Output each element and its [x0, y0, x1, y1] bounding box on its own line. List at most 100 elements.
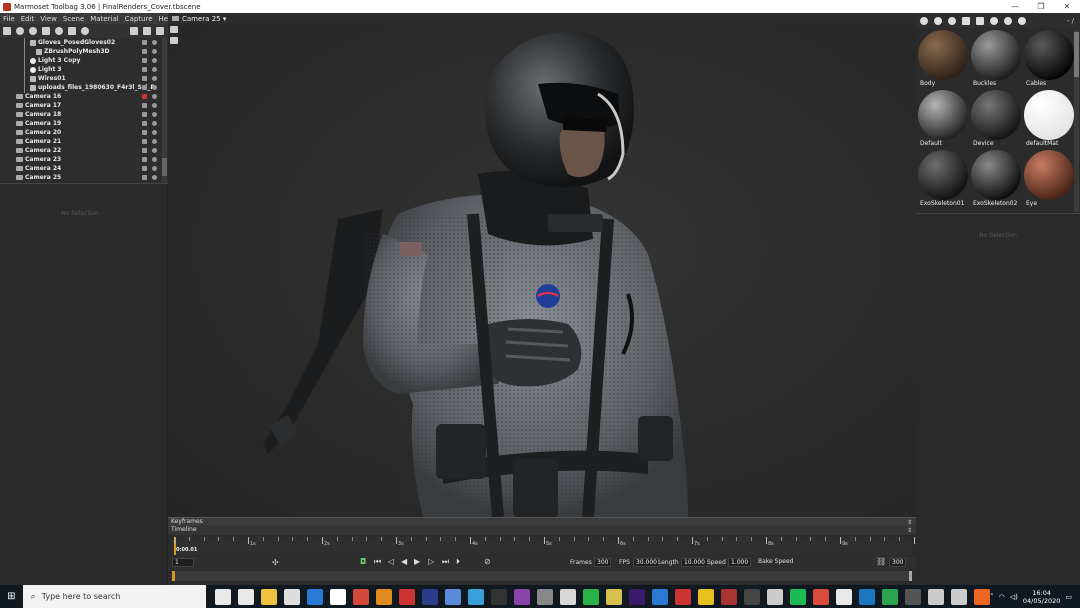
taskbar-app-icon[interactable]	[859, 588, 876, 605]
tree-item[interactable]: Light 3	[0, 65, 168, 74]
record-icon[interactable]: ⊘	[484, 557, 491, 566]
play-icon[interactable]: ▶	[414, 557, 420, 566]
material-swatch[interactable]: ExoSkeleton01	[918, 150, 968, 210]
add-mesh-icon[interactable]	[3, 27, 11, 35]
tree-item[interactable]: Camera 22	[0, 146, 168, 155]
scene-tree-scrollbar[interactable]	[162, 38, 167, 183]
taskbar-app-icon[interactable]	[744, 588, 761, 605]
visibility-eye-icon[interactable]	[152, 166, 157, 171]
taskbar-app-icon[interactable]	[951, 588, 968, 605]
taskbar-app-icon[interactable]	[698, 588, 715, 605]
loop-icon[interactable]: ◘	[360, 557, 366, 566]
visibility-eye-icon[interactable]	[152, 40, 157, 45]
reverse-icon[interactable]: ◀	[401, 557, 407, 566]
material-swatch[interactable]: Cables	[1024, 30, 1074, 90]
taskbar-app-icon[interactable]	[261, 588, 278, 605]
visibility-eye-icon[interactable]	[152, 49, 157, 54]
menu-edit[interactable]: Edit	[18, 15, 38, 23]
add-group-icon[interactable]	[68, 27, 76, 35]
material-link-icon[interactable]	[948, 16, 956, 25]
taskbar-app-icon[interactable]	[353, 588, 370, 605]
material-swatch[interactable]: Buckles	[971, 30, 1021, 90]
taskbar-app-icon[interactable]	[836, 588, 853, 605]
tree-item[interactable]: Camera 24	[0, 164, 168, 173]
visibility-eye-icon[interactable]	[152, 67, 157, 72]
material-folder-icon[interactable]	[962, 16, 970, 25]
lock-icon[interactable]	[142, 166, 147, 171]
skip-start-icon[interactable]: ⏮	[374, 557, 381, 567]
taskbar-app-icon[interactable]	[583, 588, 600, 605]
taskbar-search[interactable]: ⌕ Type here to search	[22, 585, 207, 608]
tree-item[interactable]: Camera 18	[0, 110, 168, 119]
taskbar-app-icon[interactable]	[652, 588, 669, 605]
lock-icon[interactable]	[142, 157, 147, 162]
material-scrollbar[interactable]	[1074, 30, 1079, 212]
tree-item[interactable]: Camera 17	[0, 101, 168, 110]
visibility-eye-icon[interactable]	[152, 139, 157, 144]
tree-item[interactable]: Camera 23	[0, 155, 168, 164]
frames-field[interactable]: 300	[594, 558, 612, 567]
material-refresh-icon[interactable]	[1018, 16, 1026, 25]
taskbar-app-icon[interactable]	[813, 588, 830, 605]
add-camera-icon[interactable]	[29, 27, 37, 35]
keyframes-header[interactable]: Keyframes ⇕	[168, 517, 916, 526]
visibility-eye-icon[interactable]	[152, 94, 157, 99]
taskbar-app-icon[interactable]	[560, 588, 577, 605]
lock-icon[interactable]	[142, 40, 147, 45]
step-forward-icon[interactable]: ▷	[428, 557, 434, 566]
taskbar-app-icon[interactable]	[238, 588, 255, 605]
visibility-eye-icon[interactable]	[152, 76, 157, 81]
taskbar-app-icon[interactable]	[629, 588, 646, 605]
add-light-icon[interactable]	[16, 27, 24, 35]
menu-capture[interactable]: Capture	[122, 15, 156, 23]
camera-selector[interactable]: Camera 25 ▾	[182, 15, 226, 23]
volume-icon[interactable]: ◁)	[1010, 593, 1018, 601]
taskbar-app-icon[interactable]	[974, 588, 991, 605]
tree-item[interactable]: Gloves_PosedGloves02	[0, 38, 168, 47]
material-settings-icon[interactable]	[1004, 16, 1012, 25]
visibility-eye-icon[interactable]	[152, 103, 157, 108]
taskbar-app-icon[interactable]	[491, 588, 508, 605]
taskbar-app-icon[interactable]	[422, 588, 439, 605]
collapse-icon[interactable]: ⇕	[907, 527, 912, 535]
fps-field[interactable]: 30.000	[633, 558, 660, 567]
taskbar-app-icon[interactable]	[721, 588, 738, 605]
tree-item[interactable]: Camera 20	[0, 128, 168, 137]
taskbar-app-icon[interactable]	[215, 588, 232, 605]
timeline-header[interactable]: Timeline ⇕	[168, 526, 916, 535]
taskbar-app-icon[interactable]	[284, 588, 301, 605]
speed-field[interactable]: 1.000	[728, 558, 752, 567]
visibility-eye-icon[interactable]	[152, 85, 157, 90]
lock-icon[interactable]	[142, 94, 147, 99]
tree-item[interactable]: Camera 16	[0, 92, 168, 101]
end-frame-field[interactable]: 300	[889, 558, 907, 567]
taskbar-app-icon[interactable]	[468, 588, 485, 605]
lock-icon[interactable]	[142, 148, 147, 153]
material-view-selector[interactable]: - /	[1067, 17, 1074, 25]
add-shadow-catcher-icon[interactable]	[42, 27, 50, 35]
minimize-button[interactable]: —	[1002, 2, 1028, 11]
delete-icon[interactable]	[156, 27, 164, 35]
windows-start-icon[interactable]: ⊞	[0, 585, 23, 608]
tree-item[interactable]: Camera 25	[0, 173, 168, 182]
tray-chevron-icon[interactable]: ˄	[990, 593, 994, 601]
taskbar-app-icon[interactable]	[399, 588, 416, 605]
taskbar-app-icon[interactable]	[882, 588, 899, 605]
select-tool-icon[interactable]	[170, 26, 178, 33]
skip-end-icon[interactable]: ⏭	[442, 557, 449, 567]
picker-icon[interactable]	[990, 16, 998, 25]
duplicate-material-icon[interactable]	[934, 16, 942, 25]
timeline-ruler[interactable]: 0:00.01 1s 2s 3s 4s 5s 6s 7s 8s 9s	[172, 537, 915, 555]
taskbar-app-icon[interactable]	[330, 588, 347, 605]
menu-file[interactable]: File	[0, 15, 18, 23]
lock-icon[interactable]	[142, 121, 147, 126]
taskbar-app-icon[interactable]	[307, 588, 324, 605]
menu-view[interactable]: View	[37, 15, 60, 23]
visibility-eye-icon[interactable]	[152, 130, 157, 135]
visibility-eye-icon[interactable]	[152, 121, 157, 126]
material-swatch[interactable]: ExoSkeleton02	[971, 150, 1021, 210]
length-field[interactable]: 10.000	[681, 558, 708, 567]
tree-item[interactable]: uploads_files_1980630_F4r3l_Sci_F	[0, 83, 168, 92]
taskbar-app-icon[interactable]	[606, 588, 623, 605]
brush-tool-icon[interactable]	[170, 37, 178, 44]
